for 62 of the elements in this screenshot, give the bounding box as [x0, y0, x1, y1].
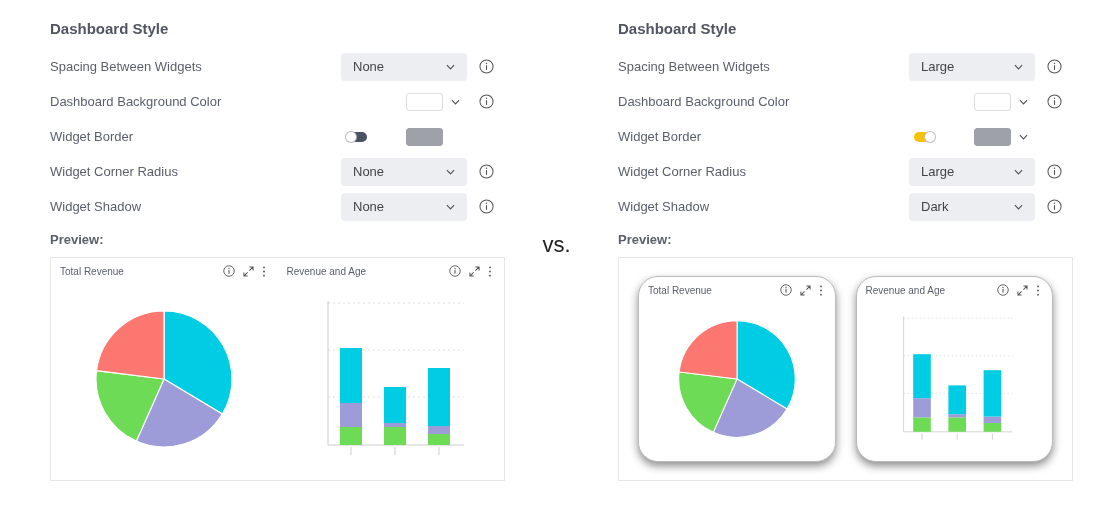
more-icon[interactable] [261, 265, 266, 277]
bar-segment [913, 417, 932, 432]
chevron-icon[interactable] [450, 98, 460, 105]
toggle-switch[interactable] [914, 131, 935, 142]
info-icon[interactable] [478, 94, 494, 109]
setting-label: Widget Shadow [618, 199, 711, 214]
info-icon[interactable] [1046, 199, 1062, 214]
dropdown[interactable]: None [341, 157, 467, 186]
toggle-switch[interactable] [346, 131, 367, 142]
dropdown[interactable]: None [341, 52, 467, 81]
dropdown[interactable]: Large [909, 157, 1035, 186]
setting-label: Widget Border [618, 129, 703, 144]
info-icon[interactable] [1046, 59, 1062, 74]
info-icon[interactable] [449, 265, 461, 277]
widget-title: Revenue and Age [286, 265, 367, 277]
widget-title: Revenue and Age [865, 284, 946, 296]
chevron-icon [446, 203, 455, 210]
expand-icon[interactable] [1017, 284, 1028, 296]
info-icon[interactable] [997, 284, 1009, 296]
more-icon[interactable] [818, 284, 823, 296]
setting-label: Widget Corner Radius [50, 164, 179, 179]
chevron-icon [446, 168, 455, 175]
dropdown[interactable]: Large [909, 52, 1035, 81]
setting-label: Widget Shadow [50, 199, 143, 214]
preview-label: Preview: [618, 232, 673, 247]
expand-icon[interactable] [242, 265, 254, 277]
widget-title: Total Revenue [60, 265, 125, 277]
chevron-icon [1014, 203, 1023, 210]
info-icon[interactable] [779, 284, 792, 296]
chevron-icon [1014, 63, 1023, 70]
info-icon[interactable] [478, 59, 494, 74]
color-swatch[interactable] [406, 127, 443, 146]
bar-segment [983, 423, 1002, 432]
setting-label: Widget Corner Radius [618, 164, 747, 179]
more-icon[interactable] [1036, 284, 1040, 296]
color-swatch[interactable] [974, 127, 1011, 146]
setting-label: Spacing Between Widgets [618, 59, 771, 74]
chevron-icon [446, 63, 455, 70]
info-icon[interactable] [1046, 94, 1062, 109]
setting-label: Dashboard Background Color [50, 94, 223, 109]
info-icon[interactable] [222, 265, 235, 277]
chevron-icon[interactable] [1018, 133, 1028, 140]
dropdown[interactable]: None [341, 192, 467, 221]
section-title: Dashboard Style [618, 20, 738, 39]
info-icon[interactable] [1046, 164, 1062, 179]
setting-label: Widget Border [50, 129, 135, 144]
widget-title: Total Revenue [648, 284, 713, 296]
setting-label: Spacing Between Widgets [50, 59, 203, 74]
expand-icon[interactable] [799, 284, 811, 296]
more-icon[interactable] [488, 265, 492, 277]
versus-label: vs. [542, 232, 571, 258]
setting-label: Dashboard Background Color [618, 94, 791, 109]
chevron-icon [1014, 168, 1023, 175]
dropdown[interactable]: Dark [909, 192, 1035, 221]
info-icon[interactable] [478, 199, 494, 214]
chevron-icon[interactable] [1018, 98, 1028, 105]
bar-segment [427, 434, 450, 445]
info-icon[interactable] [478, 164, 494, 179]
bar-segment [339, 427, 362, 445]
section-title: Dashboard Style [50, 20, 170, 39]
expand-icon[interactable] [469, 265, 480, 277]
preview-label: Preview: [50, 232, 105, 247]
